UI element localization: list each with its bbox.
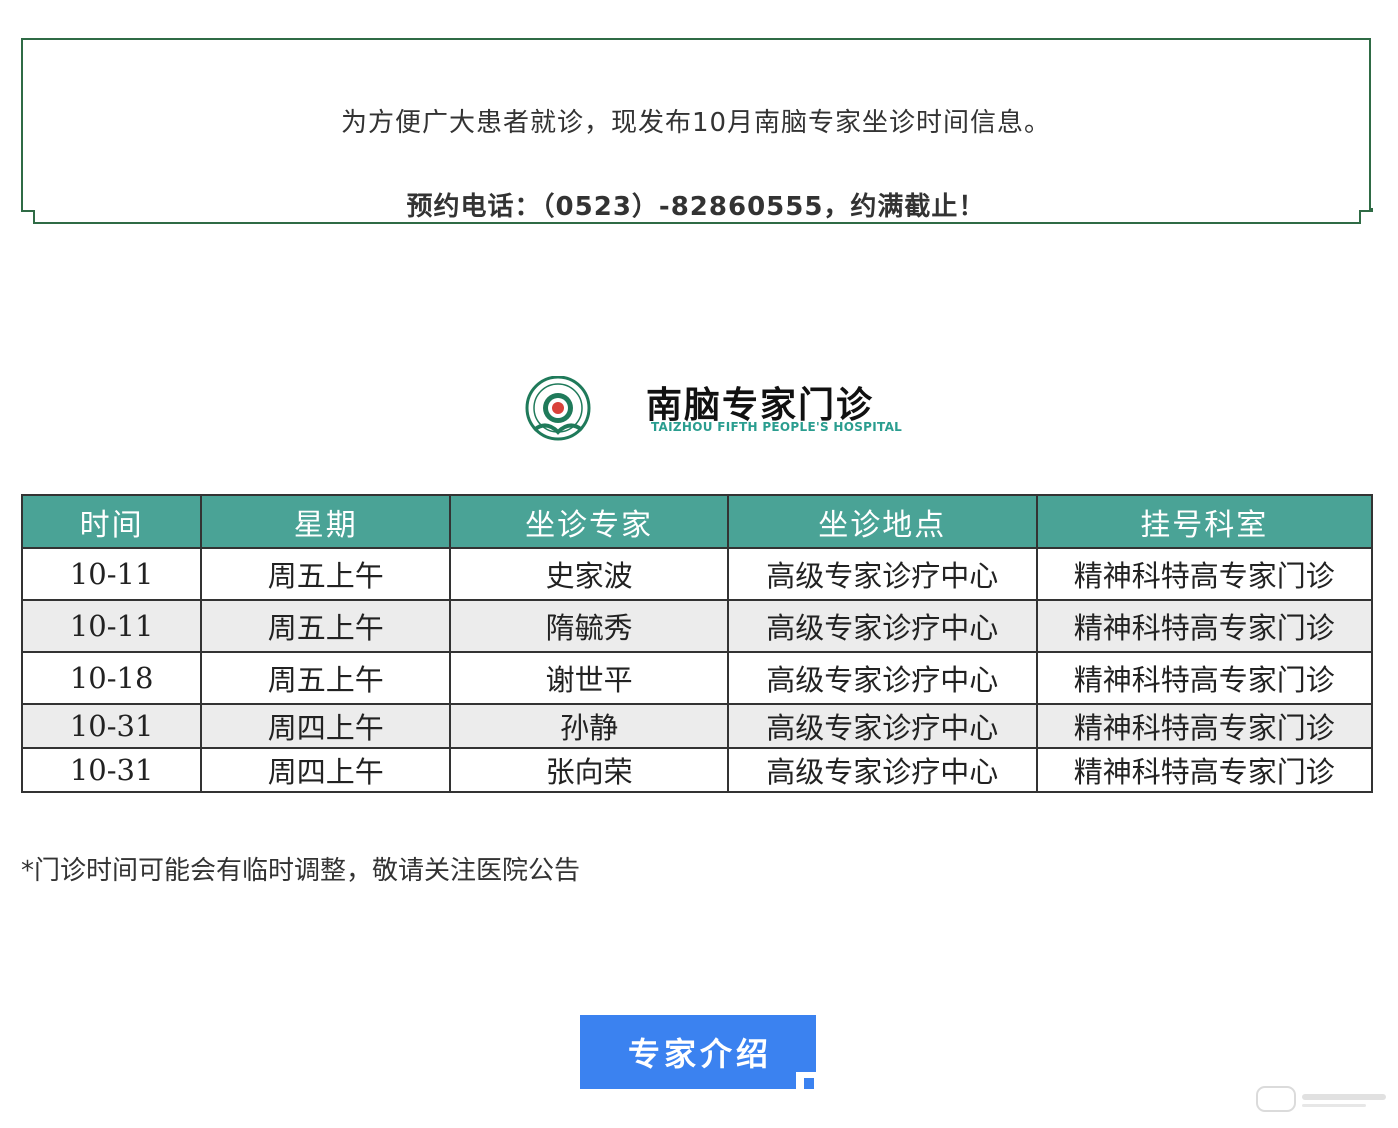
notice-text: 为方便广大患者就诊，现发布10月南脑专家坐诊时间信息。	[340, 108, 1052, 138]
cell-expert: 张向荣	[449, 747, 729, 793]
button-corner-mark	[804, 1078, 814, 1089]
cell-department: 精神科特高专家门诊	[1035, 599, 1374, 653]
cell-weekday: 周五上午	[200, 547, 452, 601]
notice-corner-left	[21, 208, 35, 212]
watermark-logo-icon	[1256, 1084, 1388, 1114]
column-header-weekday: 星期	[200, 494, 452, 549]
column-header-expert: 坐诊专家	[449, 494, 729, 549]
cell-weekday: 周四上午	[200, 703, 452, 749]
cell-location: 高级专家诊疗中心	[726, 547, 1038, 601]
cell-expert: 隋毓秀	[449, 599, 729, 653]
cell-expert: 史家波	[449, 547, 729, 601]
column-header-time: 时间	[20, 494, 203, 549]
cell-time: 10-31	[20, 703, 203, 749]
cell-expert: 谢世平	[449, 651, 729, 705]
table-row: 10-11 周五上午 隋毓秀 高级专家诊疗中心 精神科特高专家门诊	[20, 599, 1374, 653]
notice-corner-right	[1359, 208, 1373, 212]
column-header-location: 坐诊地点	[726, 494, 1038, 549]
cell-weekday: 周四上午	[200, 747, 452, 793]
cell-location: 高级专家诊疗中心	[726, 747, 1038, 793]
cell-weekday: 周五上午	[200, 651, 452, 705]
cell-location: 高级专家诊疗中心	[726, 599, 1038, 653]
cell-location: 高级专家诊疗中心	[726, 703, 1038, 749]
column-header-department: 挂号科室	[1035, 494, 1374, 549]
cell-weekday: 周五上午	[200, 599, 452, 653]
cell-time: 10-18	[20, 651, 203, 705]
notice-box-bottom	[33, 210, 1361, 224]
page-subtitle: TAIZHOU FIFTH PEOPLE'S HOSPITAL	[651, 420, 903, 434]
table-row: 10-11 周五上午 史家波 高级专家诊疗中心 精神科特高专家门诊	[20, 547, 1374, 601]
table-row: 10-31 周四上午 张向荣 高级专家诊疗中心 精神科特高专家门诊	[20, 747, 1374, 793]
cell-time: 10-11	[20, 599, 203, 653]
cell-time: 10-11	[20, 547, 203, 601]
table-row: 10-18 周五上午 谢世平 高级专家诊疗中心 精神科特高专家门诊	[20, 651, 1374, 705]
cell-expert: 孙静	[449, 703, 729, 749]
table-row: 10-31 周四上午 孙静 高级专家诊疗中心 精神科特高专家门诊	[20, 703, 1374, 749]
notice-box: 为方便广大患者就诊，现发布10月南脑专家坐诊时间信息。 预约电话：（0523）-…	[21, 38, 1371, 222]
cell-department: 精神科特高专家门诊	[1035, 547, 1374, 601]
cell-department: 精神科特高专家门诊	[1035, 747, 1374, 793]
cell-time: 10-31	[20, 747, 203, 793]
expert-intro-button[interactable]: 专家介绍	[580, 1015, 816, 1089]
hospital-emblem-icon	[524, 375, 592, 444]
table-header-row: 时间 星期 坐诊专家 坐诊地点 挂号科室	[20, 494, 1374, 549]
cell-department: 精神科特高专家门诊	[1035, 651, 1374, 705]
schedule-footnote: *门诊时间可能会有临时调整，敬请关注医院公告	[21, 856, 581, 886]
cell-location: 高级专家诊疗中心	[726, 651, 1038, 705]
cell-department: 精神科特高专家门诊	[1035, 703, 1374, 749]
schedule-table: 时间 星期 坐诊专家 坐诊地点 挂号科室 10-11 周五上午 史家波 高级专家…	[20, 494, 1374, 793]
